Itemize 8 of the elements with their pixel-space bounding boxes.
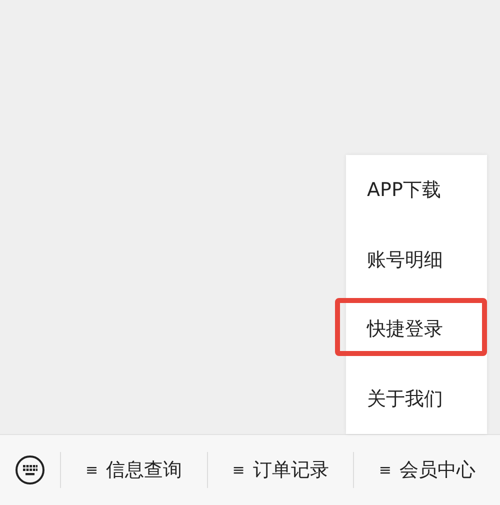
menu-item[interactable]: APP下载 <box>346 176 441 203</box>
menu-button[interactable]: ≡ 会员中心 <box>378 457 476 483</box>
menu-item[interactable]: 账号明细 <box>346 246 443 273</box>
menu-item[interactable]: 快捷登录 <box>346 316 443 342</box>
menu-button[interactable]: ≡ 订单记录 <box>232 457 329 483</box>
keyboard-icon[interactable] <box>15 455 45 485</box>
menu-button[interactable]: ≡ 信息查询 <box>86 457 182 483</box>
menu-item[interactable]: 关于我们 <box>346 386 443 412</box>
